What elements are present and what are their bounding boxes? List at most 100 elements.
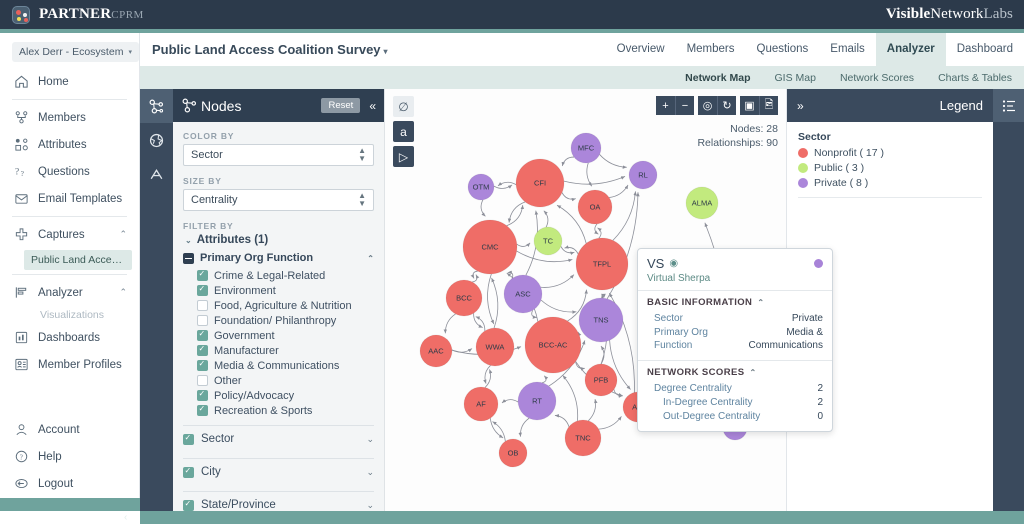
option-checkbox[interactable] xyxy=(197,344,208,356)
survey-title-selector[interactable]: Public Land Access Coalition Survey ▾ xyxy=(152,42,388,57)
camera-icon[interactable]: ▣ xyxy=(740,96,759,115)
sidebar-item-email-templates[interactable]: Email Templates xyxy=(0,185,139,212)
ecosystem-selector[interactable]: Alex Derr - Ecosystem ▾ xyxy=(12,42,139,62)
option-checkbox[interactable] xyxy=(197,269,208,281)
no-label-icon[interactable]: ∅ xyxy=(393,96,414,117)
graph-node[interactable]: BCC xyxy=(445,279,483,317)
filter-group-sector[interactable]: Sector ⌄ xyxy=(183,425,374,451)
graph-node[interactable]: TC xyxy=(533,226,563,256)
filter-option-other[interactable]: Other xyxy=(183,373,374,388)
graph-node[interactable]: AF xyxy=(463,386,499,422)
graph-node[interactable]: RL xyxy=(628,160,658,190)
graph-node[interactable]: CMC xyxy=(462,219,518,275)
tab-members[interactable]: Members xyxy=(676,33,746,66)
filter-option-food-agriculture[interactable]: Food, Agriculture & Nutrition xyxy=(183,298,374,313)
group-checkbox[interactable] xyxy=(183,466,194,478)
sidebar-item-help[interactable]: ? Help xyxy=(0,443,140,470)
rail-button-legend[interactable] xyxy=(993,89,1024,122)
graph-node[interactable]: TNC xyxy=(564,419,602,457)
graph-node[interactable]: CFI xyxy=(515,158,565,208)
size-by-select[interactable]: Centrality ▲ ▼ xyxy=(183,189,374,211)
sidebar-item-dashboards[interactable]: Dashboards xyxy=(0,324,139,351)
color-by-select[interactable]: Sector ▲ ▼ xyxy=(183,144,374,166)
subtab-gis-map[interactable]: GIS Map xyxy=(763,72,828,84)
option-checkbox[interactable] xyxy=(197,359,208,371)
sidebar-subitem-public-land-access[interactable]: Public Land Access ... xyxy=(24,250,132,270)
sidebar-item-attributes[interactable]: Attributes xyxy=(0,131,139,158)
graph-node[interactable]: ASC xyxy=(503,274,543,314)
export-image-icon[interactable]: 🖻 xyxy=(759,96,778,115)
group-checkbox[interactable] xyxy=(183,433,194,445)
filter-option-manufacturer[interactable]: Manufacturer xyxy=(183,343,374,358)
sidebar-subitem-visualizations[interactable]: Visualizations xyxy=(40,309,139,321)
primary-org-function-group[interactable]: Primary Org Function ⌃ xyxy=(183,252,374,264)
legend-item-private[interactable]: Private ( 8 ) xyxy=(798,177,982,189)
graph-node[interactable]: TNS xyxy=(578,297,624,343)
center-target-icon[interactable]: ◎ xyxy=(698,96,717,115)
sidebar-item-members[interactable]: Members xyxy=(0,104,139,131)
filter-option-policy-advocacy[interactable]: Policy/Advocacy xyxy=(183,388,374,403)
option-checkbox[interactable] xyxy=(197,389,208,401)
filter-group-city[interactable]: City ⌄ xyxy=(183,458,374,484)
tab-analyzer[interactable]: Analyzer xyxy=(875,33,946,66)
eye-icon[interactable]: ◉ xyxy=(669,258,678,269)
reset-button[interactable]: Reset xyxy=(321,98,361,113)
zoom-out-icon[interactable]: − xyxy=(675,96,694,115)
zoom-in-icon[interactable]: + xyxy=(656,96,675,115)
option-checkbox[interactable] xyxy=(197,404,208,416)
sidebar-item-analyzer[interactable]: Analyzer ⌃ xyxy=(0,279,139,306)
subtab-charts-tables[interactable]: Charts & Tables xyxy=(926,72,1024,84)
tab-emails[interactable]: Emails xyxy=(819,33,876,66)
nodes-panel-collapse-button[interactable]: « xyxy=(369,99,376,113)
option-checkbox[interactable] xyxy=(197,329,208,341)
graph-node[interactable]: OA xyxy=(577,189,613,225)
graph-node[interactable]: OTM xyxy=(467,173,495,201)
filter-option-media-communications[interactable]: Media & Communications xyxy=(183,358,374,373)
filter-group-state-province[interactable]: State/Province ⌄ xyxy=(183,491,374,511)
sidebar-item-home[interactable]: Home xyxy=(0,68,139,95)
graph-node[interactable]: TFPL xyxy=(575,237,629,291)
graph-node[interactable]: ALMA xyxy=(685,186,719,220)
sidebar-item-questions[interactable]: ? ? Questions xyxy=(0,158,139,185)
graph-node[interactable]: OB xyxy=(498,438,528,468)
tab-overview[interactable]: Overview xyxy=(606,33,676,66)
legend-item-public[interactable]: Public ( 3 ) xyxy=(798,162,982,174)
rail-button-charts[interactable] xyxy=(140,157,173,191)
legend-item-nonprofit[interactable]: Nonprofit ( 17 ) xyxy=(798,147,982,159)
cursor-arrow-icon[interactable]: ▷ xyxy=(393,146,414,167)
filter-option-foundation-philanthropy[interactable]: Foundation/ Philanthropy xyxy=(183,313,374,328)
graph-node[interactable]: MFC xyxy=(570,132,602,164)
graph-node[interactable]: AAC xyxy=(419,334,453,368)
tab-questions[interactable]: Questions xyxy=(746,33,820,66)
filter-option-crime-legal[interactable]: Crime & Legal-Related xyxy=(183,268,374,283)
subtab-network-scores[interactable]: Network Scores xyxy=(828,72,926,84)
group-checkbox[interactable] xyxy=(183,499,194,511)
basic-information-title[interactable]: BASIC INFORMATION ⌃ xyxy=(647,297,823,308)
tab-dashboard[interactable]: Dashboard xyxy=(946,33,1024,66)
graph-node[interactable]: RT xyxy=(517,381,557,421)
graph-node[interactable]: PFB xyxy=(584,363,618,397)
attributes-toggle[interactable]: ⌄ Attributes (1) xyxy=(185,234,374,246)
option-checkbox[interactable] xyxy=(197,315,208,326)
filter-option-environment[interactable]: Environment xyxy=(183,283,374,298)
rail-button-gis-map[interactable] xyxy=(140,123,173,157)
rail-button-network-graph[interactable] xyxy=(140,89,173,123)
sidebar-collapse-button[interactable]: ‹ xyxy=(124,512,127,523)
legend-expand-button[interactable]: » xyxy=(797,99,804,113)
option-checkbox[interactable] xyxy=(197,300,208,311)
option-checkbox[interactable] xyxy=(197,375,208,386)
filter-option-recreation-sports[interactable]: Recreation & Sports xyxy=(183,403,374,418)
sidebar-item-member-profiles[interactable]: Member Profiles xyxy=(0,351,139,378)
network-scores-title[interactable]: NETWORK SCORES ⌃ xyxy=(647,367,823,378)
sidebar-item-captures[interactable]: Captures ⌃ xyxy=(0,221,139,248)
option-checkbox[interactable] xyxy=(197,284,208,296)
group-checkbox[interactable] xyxy=(183,252,194,264)
refresh-icon[interactable]: ↻ xyxy=(717,96,736,115)
sidebar-item-logout[interactable]: Logout xyxy=(0,470,140,497)
node-detail-card[interactable]: VS ◉ Virtual Sherpa BASIC INFORMATION ⌃ … xyxy=(637,248,833,432)
text-label-icon[interactable]: a xyxy=(393,121,414,142)
graph-node[interactable]: WWA xyxy=(475,327,515,367)
graph-node[interactable]: BCC-AC xyxy=(524,316,582,374)
subtab-network-map[interactable]: Network Map xyxy=(673,72,762,84)
sidebar-item-account[interactable]: Account xyxy=(0,416,140,443)
